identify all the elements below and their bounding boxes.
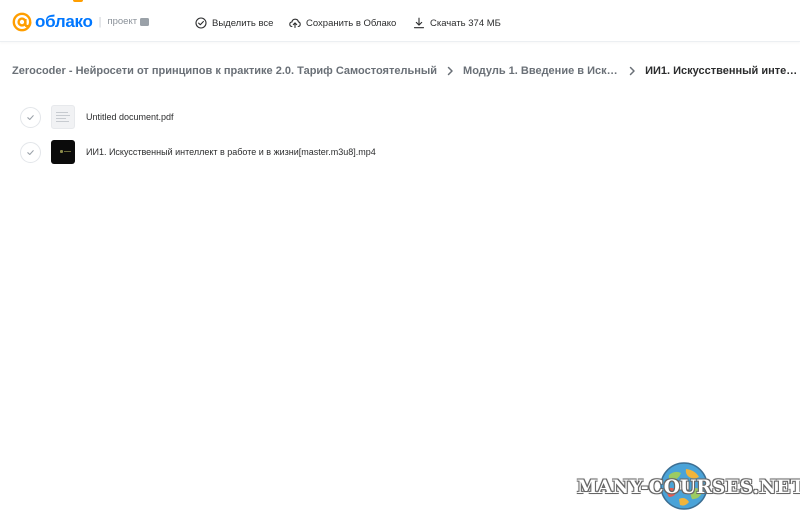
cloud-logo[interactable]: облако | проект xyxy=(12,12,150,32)
save-to-cloud-button[interactable]: Сохранить в Облако xyxy=(289,15,396,31)
select-all-label: Выделить все xyxy=(212,17,274,29)
top-header: облако | проект Выделить все Сохранить в… xyxy=(0,0,800,42)
logo-text: облако xyxy=(35,12,93,31)
logo-subtitle: проект xyxy=(107,12,150,32)
breadcrumb: Zerocoder - Нейросети от принципов к пра… xyxy=(12,62,800,80)
logo-subtitle-text: проект xyxy=(107,16,138,27)
file-list-item[interactable]: ИИ1. Искусственный интеллект в работе и … xyxy=(20,139,376,165)
file-checkbox[interactable] xyxy=(20,141,41,163)
watermark: MANY-COURSES.NET xyxy=(577,460,800,514)
select-all-button[interactable]: Выделить все xyxy=(195,15,273,31)
breadcrumb-item-module[interactable]: Модуль 1. Введение в Искусственн... xyxy=(463,65,619,77)
download-button[interactable]: Скачать 374 МБ xyxy=(413,15,501,31)
file-name[interactable]: Untitled document.pdf xyxy=(86,112,174,122)
at-sign-logo-icon xyxy=(12,12,32,32)
watermark-text: MANY-COURSES.NET xyxy=(577,477,800,498)
logo-separator: | xyxy=(98,16,102,28)
file-list-item[interactable]: Untitled document.pdf xyxy=(20,104,174,130)
breadcrumb-item-course[interactable]: Zerocoder - Нейросети от принципов к пра… xyxy=(12,65,437,77)
chat-badge-icon xyxy=(140,18,150,26)
chevron-right-icon xyxy=(447,66,453,76)
download-label: Скачать 374 МБ xyxy=(430,17,501,29)
file-checkbox[interactable] xyxy=(20,106,41,128)
download-icon xyxy=(413,17,425,29)
pdf-thumbnail-icon xyxy=(51,105,75,129)
check-icon xyxy=(27,114,34,120)
file-name[interactable]: ИИ1. Искусственный интеллект в работе и … xyxy=(86,147,376,157)
chevron-right-icon xyxy=(629,66,635,76)
check-circle-icon xyxy=(195,17,207,29)
save-to-cloud-label: Сохранить в Облако xyxy=(306,17,397,29)
video-thumbnail-icon xyxy=(51,140,75,164)
cloud-upload-icon xyxy=(289,18,301,29)
accent-tab-marker xyxy=(73,0,83,2)
check-icon xyxy=(27,149,34,155)
breadcrumb-item-current: ИИ1. Искусственный интеллект в р... xyxy=(645,65,800,77)
